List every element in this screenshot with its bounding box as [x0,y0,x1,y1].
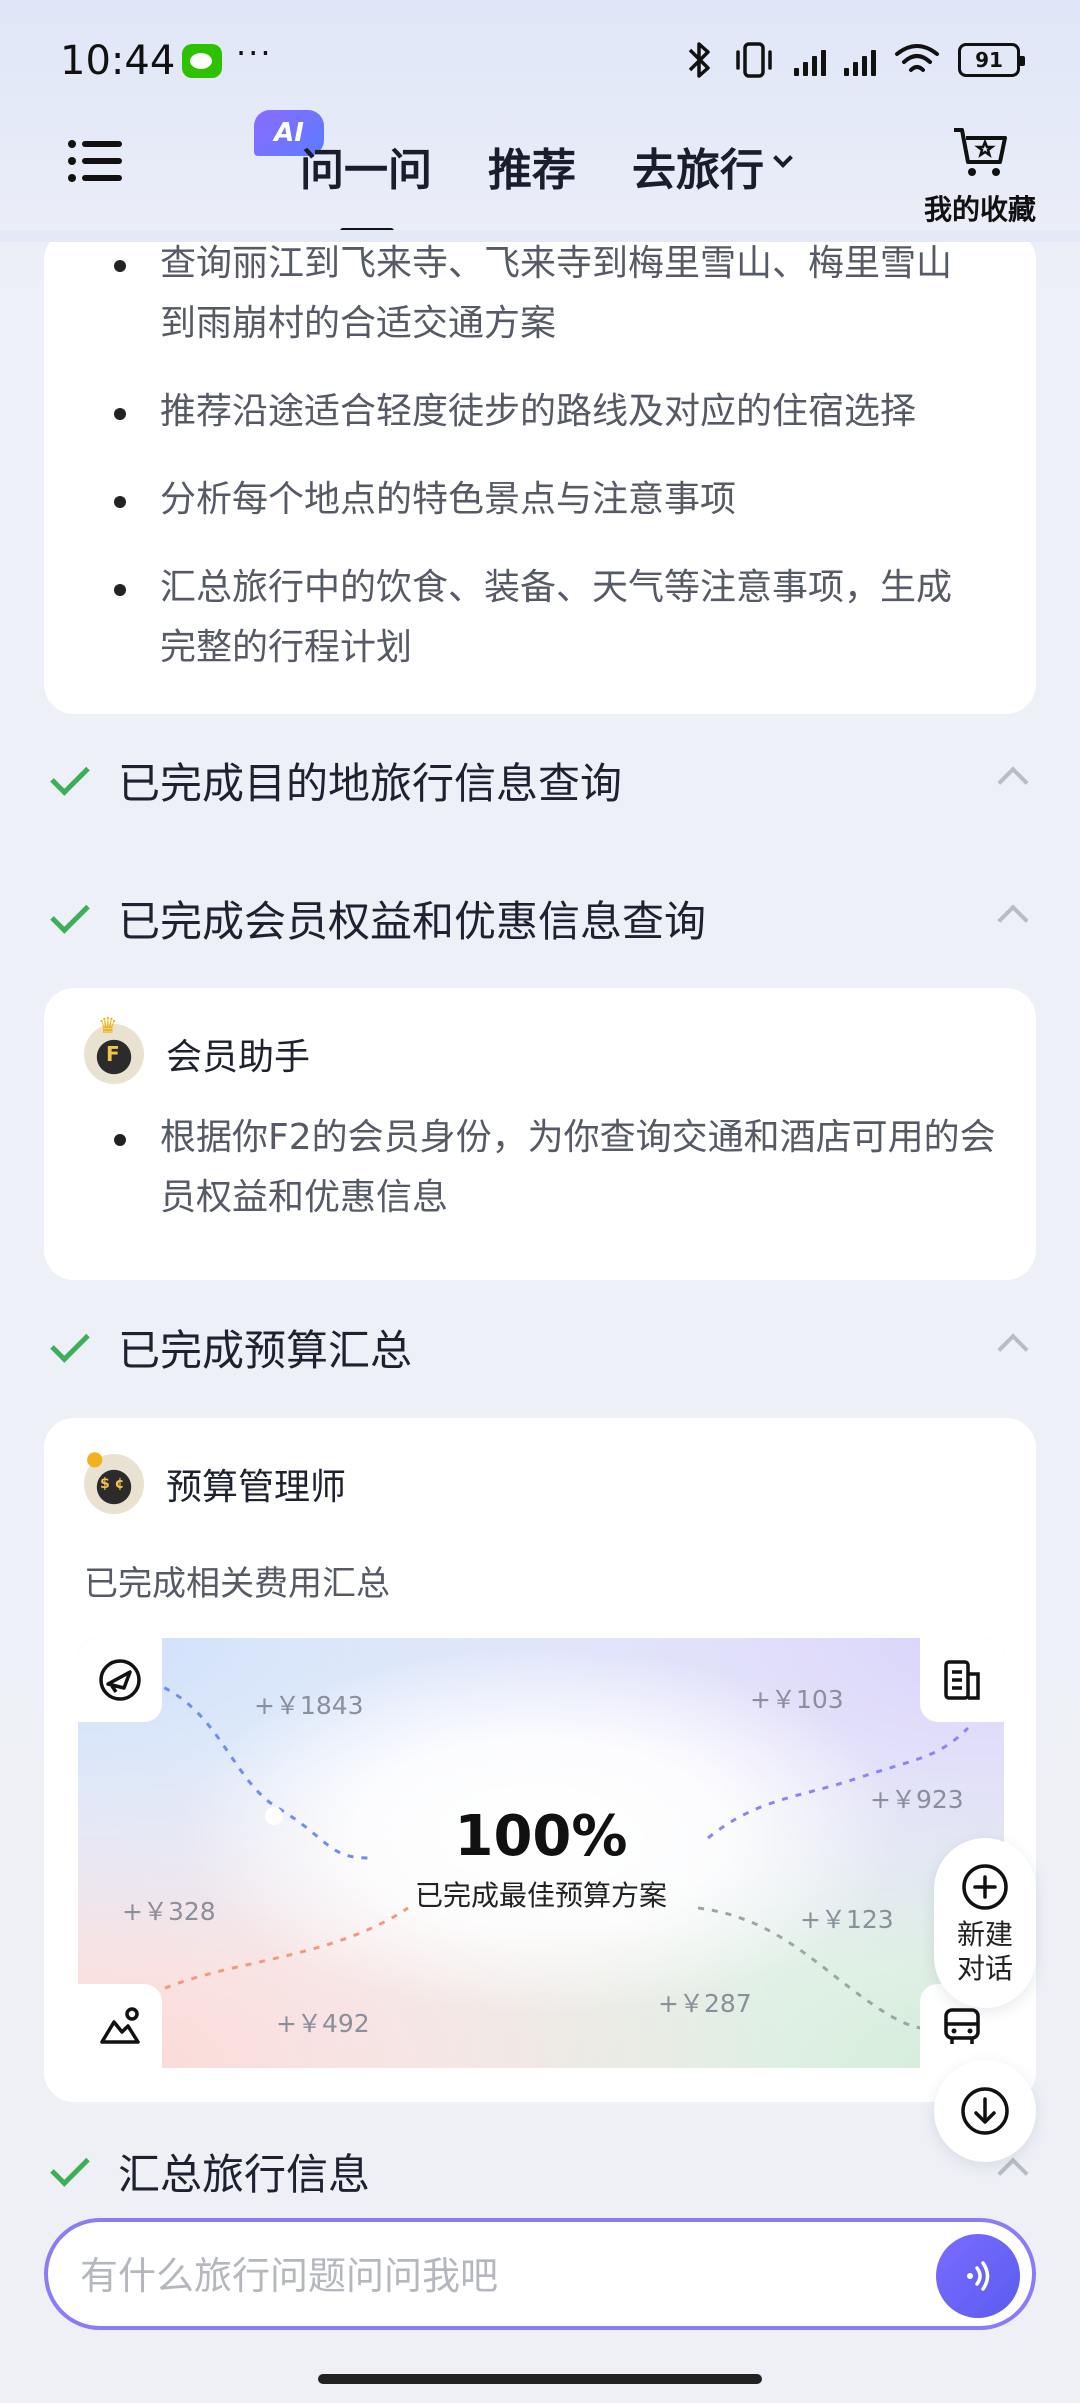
voice-button[interactable] [936,2234,1020,2318]
sightseeing-tile [78,1984,162,2068]
chat-input-bar [44,2218,1036,2330]
vibrate-icon [736,42,772,78]
list-item: 根据你F2的会员身份，为你查询交通和酒店可用的会员权益和优惠信息 [44,1108,1036,1228]
arrow-down-circle-icon [961,2087,1009,2135]
agent-header: F ♛ 会员助手 [84,1014,1036,1084]
check-icon [50,1323,90,1363]
check-icon [50,2147,90,2187]
step-title: 汇总旅行信息 [118,2149,371,2199]
wifi-icon [895,44,939,72]
scroll-down-button[interactable] [934,2060,1036,2162]
member-list: 根据你F2的会员身份，为你查询交通和酒店可用的会员权益和优惠信息 [44,1108,1036,1228]
cart-star-icon [954,128,1007,176]
step-budget-summary[interactable]: 已完成预算汇总 [44,1312,1036,1382]
home-indicator [318,2374,762,2384]
budget-subtitle: 已完成相关费用汇总 [84,1564,390,1604]
chevron-up-icon[interactable] [997,904,1029,936]
mountain-icon [100,2007,140,2044]
plan-card: 查询丽江到飞来寺、飞来寺到梅里雪山、梅里雪山到雨崩村的合适交通方案 推荐沿途适合… [44,230,1036,714]
member-card: F ♛ 会员助手 根据你F2的会员身份，为你查询交通和酒店可用的会员权益和优惠信… [44,988,1036,1280]
budget-amount: +￥1843 [254,1691,364,1720]
wechat-icon [182,44,222,78]
status-time: 10:44 [60,38,176,84]
chevron-up-icon[interactable] [997,766,1029,798]
voice-wave-icon [967,2261,990,2291]
flight-tile [78,1638,162,1722]
bus-icon [944,2008,980,2044]
bluetooth-icon [688,42,710,78]
new-chat-button[interactable]: 新建 对话 [934,1838,1036,2008]
chevron-up-icon[interactable] [997,1333,1029,1365]
chat-input[interactable] [80,2248,900,2304]
favorites-label: 我的收藏 [923,193,1036,226]
budget-visualization: +￥1843 +￥103 +￥923 +￥328 +￥123 +￥492 +￥2… [78,1638,1004,2068]
check-icon [50,894,90,934]
step-member-benefits[interactable]: 已完成会员权益和优惠信息查询 [44,883,1036,953]
check-icon [50,756,90,796]
list-item: 分析每个地点的特色景点与注意事项 [44,470,1036,530]
chevron-down-icon [773,148,793,168]
plane-circle-icon [99,1659,141,1701]
agent-name: 会员助手 [166,1037,311,1078]
budget-amount: +￥287 [658,1989,752,2018]
tab-recommend[interactable]: 推荐 [488,134,576,198]
menu-icon[interactable] [66,136,126,186]
budget-amount: +￥103 [750,1685,844,1714]
budget-manager-avatar: $ ¢ ● [84,1446,144,1514]
building-icon [944,1660,980,1700]
chevron-up-icon[interactable] [997,2157,1029,2189]
plus-circle-icon [962,1864,1008,1910]
nav-fade [0,230,1080,242]
plan-list: 查询丽江到飞来寺、飞来寺到梅里雪山、梅里雪山到雨崩村的合适交通方案 推荐沿途适合… [44,234,1036,678]
step-travel-summary[interactable]: 汇总旅行信息 [44,2136,1036,2206]
more-notifications-icon: ··· [236,34,273,72]
hotel-tile [920,1638,1004,1722]
budget-percent-label: 已完成最佳预算方案 [414,1879,667,1912]
list-item: 查询丽江到飞来寺、飞来寺到梅里雪山、梅里雪山到雨崩村的合适交通方案 [44,234,1036,354]
nav-tabs: 问一问 推荐 去旅行 [300,134,793,234]
agent-header: $ ¢ ● 预算管理师 [84,1446,347,1514]
tab-travel-wrap[interactable]: 去旅行 [632,134,793,198]
step-title: 已完成预算汇总 [118,1325,413,1375]
battery-level: 91 [975,48,1003,72]
step-title: 已完成目的地旅行信息查询 [118,758,623,808]
battery-icon: 91 [958,43,1025,77]
new-chat-label-1: 新建 [956,1918,1013,1951]
budget-percent: 100% [454,1804,628,1869]
favorites-button[interactable]: 我的收藏 [920,124,1040,228]
signal-1-icon [794,44,826,76]
member-assistant-avatar: F ♛ [84,1014,144,1084]
tab-travel: 去旅行 [632,145,764,196]
step-destination-info[interactable]: 已完成目的地旅行信息查询 [44,745,1036,815]
budget-amount: +￥492 [276,2009,370,2038]
step-title: 已完成会员权益和优惠信息查询 [118,896,707,946]
list-item: 汇总旅行中的饮食、装备、天气等注意事项，生成完整的行程计划 [44,558,1036,678]
budget-card: $ ¢ ● 预算管理师 已完成相关费用汇总 +￥1843 +￥103 +￥923… [44,1418,1036,2102]
tab-ask[interactable]: 问一问 [300,134,432,234]
top-nav: AI 问一问 推荐 去旅行 我的收藏 [0,110,1080,240]
list-item: 推荐沿途适合轻度徒步的路线及对应的住宿选择 [44,382,1036,442]
new-chat-label-2: 对话 [956,1952,1013,1985]
signal-2-icon [844,44,876,76]
agent-name: 预算管理师 [166,1467,347,1508]
